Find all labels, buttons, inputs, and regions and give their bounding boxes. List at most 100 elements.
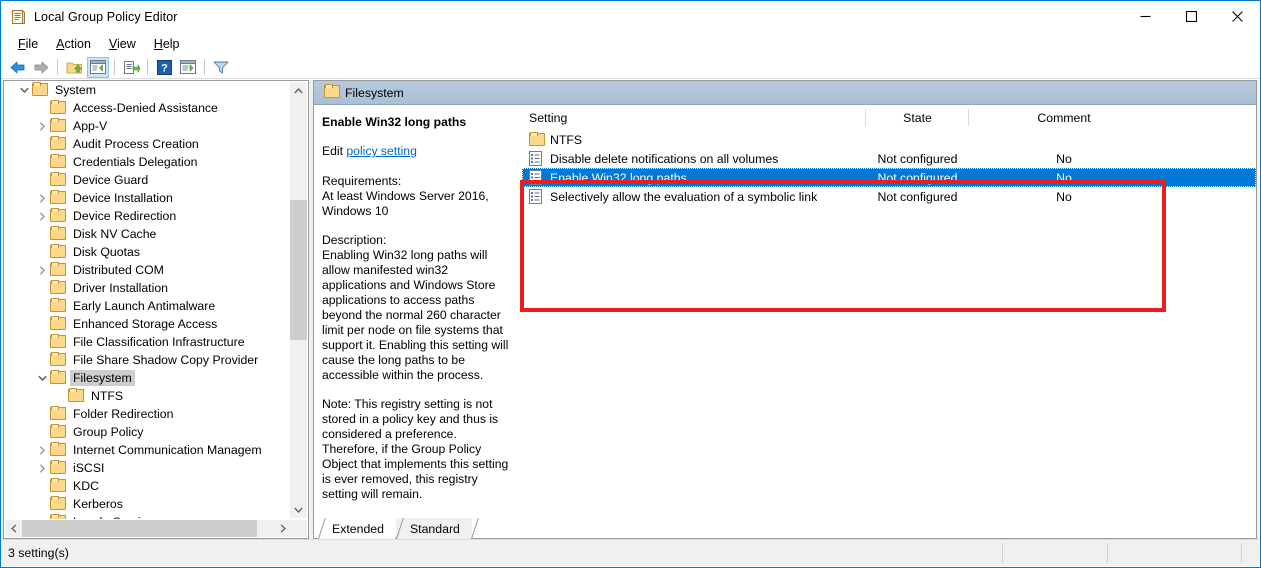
detail-edit-line: Edit policy setting: [322, 144, 514, 159]
show-hide-action-pane-icon[interactable]: [177, 57, 199, 78]
toolbar-separator: [114, 59, 115, 75]
column-header-setting[interactable]: Setting: [522, 106, 866, 130]
filter-icon[interactable]: [210, 57, 232, 78]
chevron-right-icon[interactable]: [34, 261, 50, 279]
table-row[interactable]: Disable delete notifications on all volu…: [522, 149, 1256, 168]
chevron-down-icon[interactable]: [16, 81, 32, 99]
policy-setting-link[interactable]: policy setting: [346, 144, 416, 158]
console-tree[interactable]: System Access-Denied Assistance App-V Audit…: [4, 81, 290, 519]
scroll-up-icon[interactable]: [290, 82, 307, 99]
scroll-down-icon[interactable]: [290, 501, 307, 518]
tree-horizontal-scrollbar[interactable]: [5, 520, 291, 537]
maximize-button[interactable]: [1168, 1, 1214, 32]
tree-scroll-thumb[interactable]: [290, 200, 307, 340]
tree-node-internet-communication-managem[interactable]: Internet Communication Managem: [4, 441, 290, 459]
chevron-right-icon[interactable]: [34, 441, 50, 459]
chevron-right-icon[interactable]: [34, 189, 50, 207]
tree-node-app-v[interactable]: App-V: [4, 117, 290, 135]
tree-node-driver-installation[interactable]: Driver Installation: [4, 279, 290, 297]
cell-setting: Enable Win32 long paths: [522, 169, 866, 186]
tree-node-label: Kerberos: [73, 497, 123, 511]
chevron-right-icon[interactable]: [34, 207, 50, 225]
list-column-headers[interactable]: Setting State Comment: [522, 106, 1256, 130]
tree-node-label: NTFS: [91, 389, 124, 403]
scroll-right-icon[interactable]: [274, 520, 291, 537]
tree-node-disk-quotas[interactable]: Disk Quotas: [4, 243, 290, 261]
cell-state: Not configured: [877, 170, 958, 185]
detail-requirements: Requirements: At least Windows Server 20…: [322, 174, 514, 219]
menu-action[interactable]: Action: [47, 35, 100, 53]
folder-icon: [50, 442, 66, 458]
tree-node-kerberos[interactable]: Kerberos: [4, 495, 290, 513]
tree-node-credentials-delegation[interactable]: Credentials Delegation: [4, 153, 290, 171]
tree-node-filesystem[interactable]: Filesystem: [4, 369, 290, 387]
tree-node-enhanced-storage-access[interactable]: Enhanced Storage Access: [4, 315, 290, 333]
show-hide-console-tree-icon[interactable]: [87, 56, 109, 78]
column-header-state[interactable]: State: [866, 106, 969, 130]
tree-hscroll-thumb[interactable]: [22, 520, 257, 537]
tree-node-ntfs[interactable]: NTFS: [4, 387, 290, 405]
settings-list-view[interactable]: Setting State Comment NTFS Disable delete n…: [522, 106, 1256, 514]
tree-node-device-redirection[interactable]: Device Redirection: [4, 207, 290, 225]
chevron-right-icon[interactable]: [34, 459, 50, 477]
folder-icon: [50, 226, 66, 242]
tree-node-label: Access-Denied Assistance: [73, 101, 218, 115]
tree-node-label: Folder Redirection: [73, 407, 174, 421]
tree-node-device-guard[interactable]: Device Guard: [4, 171, 290, 189]
chevron-right-icon[interactable]: [34, 117, 50, 135]
tree-node-disk-nv-cache[interactable]: Disk NV Cache: [4, 225, 290, 243]
table-row[interactable]: Selectively allow the evaluation of a sy…: [522, 187, 1256, 206]
tree-node-label: File Share Shadow Copy Provider: [73, 353, 259, 367]
table-row[interactable]: NTFS: [522, 130, 1256, 149]
cell-comment: No: [1056, 151, 1072, 166]
table-row[interactable]: Enable Win32 long paths Not configured No: [522, 168, 1256, 187]
tree-node-audit-process-creation[interactable]: Audit Process Creation: [4, 135, 290, 153]
forward-icon[interactable]: [30, 57, 52, 78]
folder-icon: [50, 118, 66, 134]
chevron-down-icon[interactable]: [34, 369, 50, 387]
tree-node-label: Audit Process Creation: [73, 137, 199, 151]
tree-node-group-policy[interactable]: Group Policy: [4, 423, 290, 441]
menu-help[interactable]: Help: [145, 35, 189, 53]
tree-node-system[interactable]: System: [4, 81, 290, 99]
scroll-left-icon[interactable]: [5, 520, 22, 537]
tree-node-label: KDC: [73, 479, 99, 493]
tree-node-label: App-V: [73, 119, 108, 133]
minimize-button[interactable]: [1122, 1, 1168, 32]
tree-node-label: iSCSI: [73, 461, 105, 475]
work-area: System Access-Denied Assistance App-V Audit…: [2, 80, 1259, 539]
tree-node-label: Device Guard: [73, 173, 149, 187]
menu-view[interactable]: View: [100, 35, 145, 53]
list-rows[interactable]: NTFS Disable delete notifications on all …: [522, 130, 1256, 206]
export-list-icon[interactable]: [120, 57, 142, 78]
tree-node-access-denied-assistance[interactable]: Access-Denied Assistance: [4, 99, 290, 117]
tree-node-file-classification-infrastructure[interactable]: File Classification Infrastructure: [4, 333, 290, 351]
folder-icon: [50, 244, 66, 260]
tree-vertical-scrollbar[interactable]: [290, 82, 307, 518]
menu-file[interactable]: File: [9, 35, 47, 53]
close-button[interactable]: [1214, 1, 1260, 32]
tree-node-locale-services[interactable]: Locale Services: [4, 513, 290, 519]
tree-node-kdc[interactable]: KDC: [4, 477, 290, 495]
tree-node-device-installation[interactable]: Device Installation: [4, 189, 290, 207]
tree-node-distributed-com[interactable]: Distributed COM: [4, 261, 290, 279]
tree-node-iscsi[interactable]: iSCSI: [4, 459, 290, 477]
tree-node-early-launch-antimalware[interactable]: Early Launch Antimalware: [4, 297, 290, 315]
setting-name: Enable Win32 long paths: [550, 170, 687, 185]
tab-label: Extended: [332, 521, 384, 536]
back-icon[interactable]: [6, 57, 28, 78]
cell-setting: Selectively allow the evaluation of a sy…: [522, 188, 866, 205]
status-text: 3 setting(s): [8, 546, 69, 560]
up-one-level-icon[interactable]: [63, 57, 85, 78]
column-header-comment[interactable]: Comment: [969, 106, 1159, 130]
tree-node-folder-redirection[interactable]: Folder Redirection: [4, 405, 290, 423]
tree-node-file-share-shadow-copy-provider[interactable]: File Share Shadow Copy Provider: [4, 351, 290, 369]
help-icon[interactable]: ?: [153, 57, 175, 78]
tab-standard[interactable]: Standard: [395, 518, 479, 539]
tab-extended[interactable]: Extended: [318, 518, 403, 539]
